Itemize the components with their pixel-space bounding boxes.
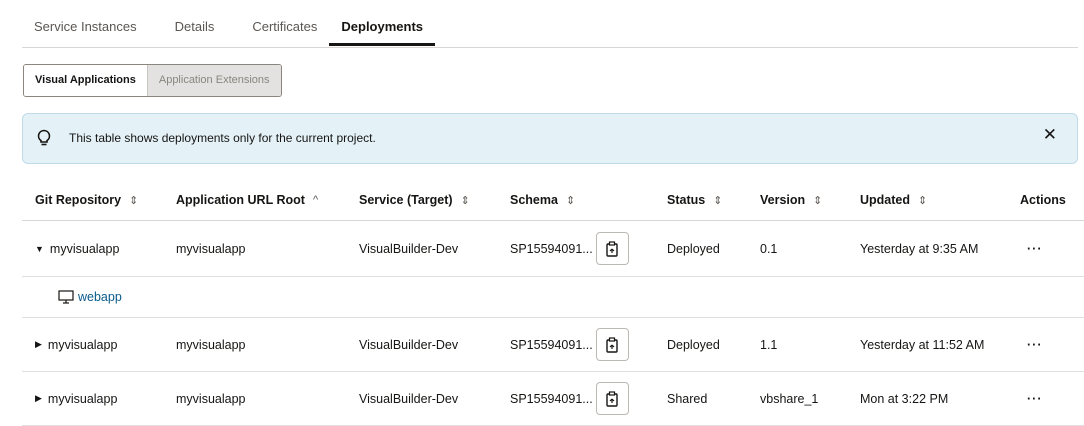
schema-value: SP15594091...: [510, 241, 593, 256]
table-header: Git Repository ⇕ Application URL Root ^ Se…: [22, 180, 1084, 221]
tab-service-instances[interactable]: Service Instances: [22, 0, 149, 46]
table-row: ▼ myvisualapp myvisualapp VisualBuilder-D…: [22, 221, 1084, 277]
sort-icon: ⇕: [713, 194, 723, 207]
caret-down-icon[interactable]: ▼: [35, 244, 44, 254]
schema-cell: SP15594091...: [510, 372, 629, 425]
header-status[interactable]: Status ⇕: [667, 180, 722, 220]
copy-schema-button[interactable]: [595, 328, 629, 361]
header-label: Service (Target): [359, 193, 453, 207]
table-row: ▶ myvisualapp myvisualapp VisualBuilder-D…: [22, 318, 1084, 372]
status-cell: Shared: [667, 391, 708, 406]
header-label: Updated: [860, 193, 910, 207]
service-cell: VisualBuilder-Dev: [359, 241, 459, 256]
webapp-link[interactable]: webapp: [58, 277, 122, 317]
caret-right-icon[interactable]: ▶: [35, 393, 42, 404]
header-label: Git Repository: [35, 193, 122, 207]
app-type-toggle: Visual Applications Application Extensio…: [23, 64, 282, 97]
schema-cell: SP15594091...: [510, 318, 629, 371]
header-service-target[interactable]: Service (Target) ⇕: [359, 180, 470, 220]
header-label: Schema: [510, 193, 558, 207]
close-icon[interactable]: ✕: [1043, 125, 1057, 145]
header-schema[interactable]: Schema ⇕: [510, 180, 575, 220]
status-cell: Deployed: [667, 337, 720, 352]
clipboard-icon: [606, 240, 618, 257]
deployments-table: Git Repository ⇕ Application URL Root ^ Se…: [22, 180, 1084, 426]
actions-menu-button[interactable]: ···: [1027, 221, 1043, 276]
tab-deployments[interactable]: Deployments: [329, 0, 436, 46]
version-cell: 1.1: [760, 337, 778, 352]
updated-cell: Mon at 3:22 PM: [860, 391, 949, 406]
tab-certificates[interactable]: Certificates: [240, 0, 329, 46]
actions-menu-button[interactable]: ···: [1027, 372, 1043, 425]
header-updated[interactable]: Updated ⇕: [860, 180, 927, 220]
copy-schema-button[interactable]: [595, 232, 629, 265]
table-subrow: webapp: [22, 277, 1084, 318]
updated-cell: Yesterday at 11:52 AM: [860, 337, 985, 352]
copy-schema-button[interactable]: [595, 382, 629, 415]
info-banner: This table shows deployments only for th…: [22, 113, 1078, 164]
schema-value: SP15594091...: [510, 391, 593, 406]
header-label: Version: [760, 193, 806, 207]
url-root-cell: myvisualapp: [176, 391, 246, 406]
sort-icon: ⇕: [565, 194, 576, 207]
header-application-url-root[interactable]: Application URL Root ^: [176, 180, 318, 220]
monitor-icon: [58, 290, 74, 304]
git-repo-name: myvisualapp: [47, 337, 118, 352]
sort-ascending-icon: ^: [312, 194, 319, 206]
updated-cell: Yesterday at 9:35 AM: [860, 241, 979, 256]
git-repository-cell[interactable]: ▶ myvisualapp: [35, 372, 117, 425]
webapp-label[interactable]: webapp: [78, 290, 122, 304]
tab-details[interactable]: Details: [163, 0, 227, 46]
schema-cell: SP15594091...: [510, 221, 629, 276]
tab-bar: Service Instances Details Certificates D…: [22, 0, 1078, 48]
url-root-cell: myvisualapp: [176, 241, 246, 256]
header-label: Status: [667, 193, 706, 207]
sort-icon: ⇕: [129, 194, 139, 207]
caret-right-icon[interactable]: ▶: [35, 339, 42, 350]
schema-value: SP15594091...: [510, 337, 593, 352]
header-label: Application URL Root: [176, 193, 305, 207]
status-cell: Deployed: [667, 241, 720, 256]
version-cell: vbshare_1: [760, 391, 819, 406]
table-row: ▶ myvisualapp myvisualapp VisualBuilder-D…: [22, 372, 1084, 426]
deployments-page: Service Instances Details Certificates D…: [0, 0, 1084, 426]
actions-menu-button[interactable]: ···: [1027, 318, 1043, 371]
url-root-cell: myvisualapp: [176, 337, 246, 352]
application-extensions-button[interactable]: Application Extensions: [146, 65, 281, 96]
git-repository-cell[interactable]: ▶ myvisualapp: [35, 318, 117, 371]
clipboard-icon: [606, 336, 618, 353]
version-cell: 0.1: [760, 241, 778, 256]
service-cell: VisualBuilder-Dev: [359, 337, 459, 352]
git-repo-name: myvisualapp: [47, 391, 118, 406]
git-repository-cell[interactable]: ▼ myvisualapp: [35, 221, 119, 276]
sort-icon: ⇕: [918, 194, 928, 207]
sort-icon: ⇕: [813, 194, 823, 207]
service-cell: VisualBuilder-Dev: [359, 391, 459, 406]
sort-icon: ⇕: [460, 194, 470, 207]
clipboard-icon: [606, 390, 618, 407]
header-version[interactable]: Version ⇕: [760, 180, 822, 220]
lightbulb-icon: [37, 129, 51, 146]
visual-applications-button[interactable]: Visual Applications: [24, 65, 147, 96]
header-git-repository[interactable]: Git Repository ⇕: [35, 180, 138, 220]
git-repo-name: myvisualapp: [49, 241, 120, 256]
header-actions: Actions: [1020, 193, 1066, 207]
banner-text: This table shows deployments only for th…: [69, 131, 376, 145]
